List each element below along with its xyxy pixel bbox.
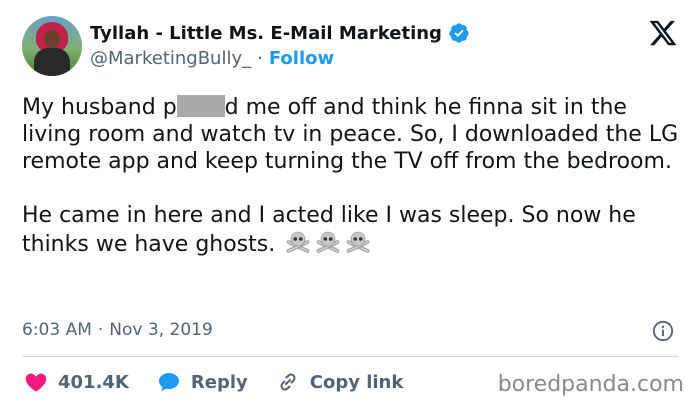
avatar-face (44, 30, 60, 48)
timestamp-separator: · (97, 320, 104, 340)
avatar-body (34, 48, 70, 76)
info-icon[interactable] (652, 320, 674, 342)
divider (22, 356, 678, 357)
tweet-card: Tyllah - Little Ms. E-Mail Marketing @Ma… (0, 0, 700, 410)
tweet-text-part-1: My husband p (22, 95, 177, 120)
skull-crossbones-emoji-icon (286, 231, 310, 253)
copy-link-label: Copy link (309, 371, 404, 393)
author-handle[interactable]: @MarketingBully_ (90, 48, 251, 69)
author-display-name[interactable]: Tyllah - Little Ms. E-Mail Marketing (90, 23, 442, 44)
copy-link-button[interactable]: Copy link (276, 370, 404, 394)
like-button[interactable]: 401.4K (24, 370, 129, 394)
x-logo-icon[interactable] (648, 18, 678, 48)
handle-separator: · (257, 48, 263, 69)
tweet-text: My husband pd me off and think he finna … (22, 94, 682, 258)
verified-badge-icon (449, 23, 469, 43)
link-icon (280, 373, 296, 391)
like-count: 401.4K (58, 371, 129, 393)
skull-crossbones-emoji-icon (316, 231, 340, 253)
reply-button[interactable]: Reply (157, 370, 248, 394)
reply-bubble-icon (158, 373, 179, 391)
tweet-time: 6:03 AM (22, 320, 92, 340)
heart-icon (25, 373, 47, 392)
reply-label: Reply (190, 371, 248, 393)
avatar[interactable] (22, 16, 82, 76)
redaction-block (176, 95, 225, 117)
author-handle-row: @MarketingBully_ · Follow (90, 48, 334, 69)
tweet-date: Nov 3, 2019 (109, 320, 213, 340)
watermark: boredpanda.com (497, 372, 684, 397)
follow-button[interactable]: Follow (269, 48, 334, 69)
skull-crossbones-emoji-icon (346, 231, 370, 253)
author-name-row: Tyllah - Little Ms. E-Mail Marketing (90, 22, 470, 44)
action-bar: 401.4K Reply Copy link (24, 370, 403, 394)
tweet-timestamp[interactable]: 6:03 AM · Nov 3, 2019 (22, 320, 213, 340)
